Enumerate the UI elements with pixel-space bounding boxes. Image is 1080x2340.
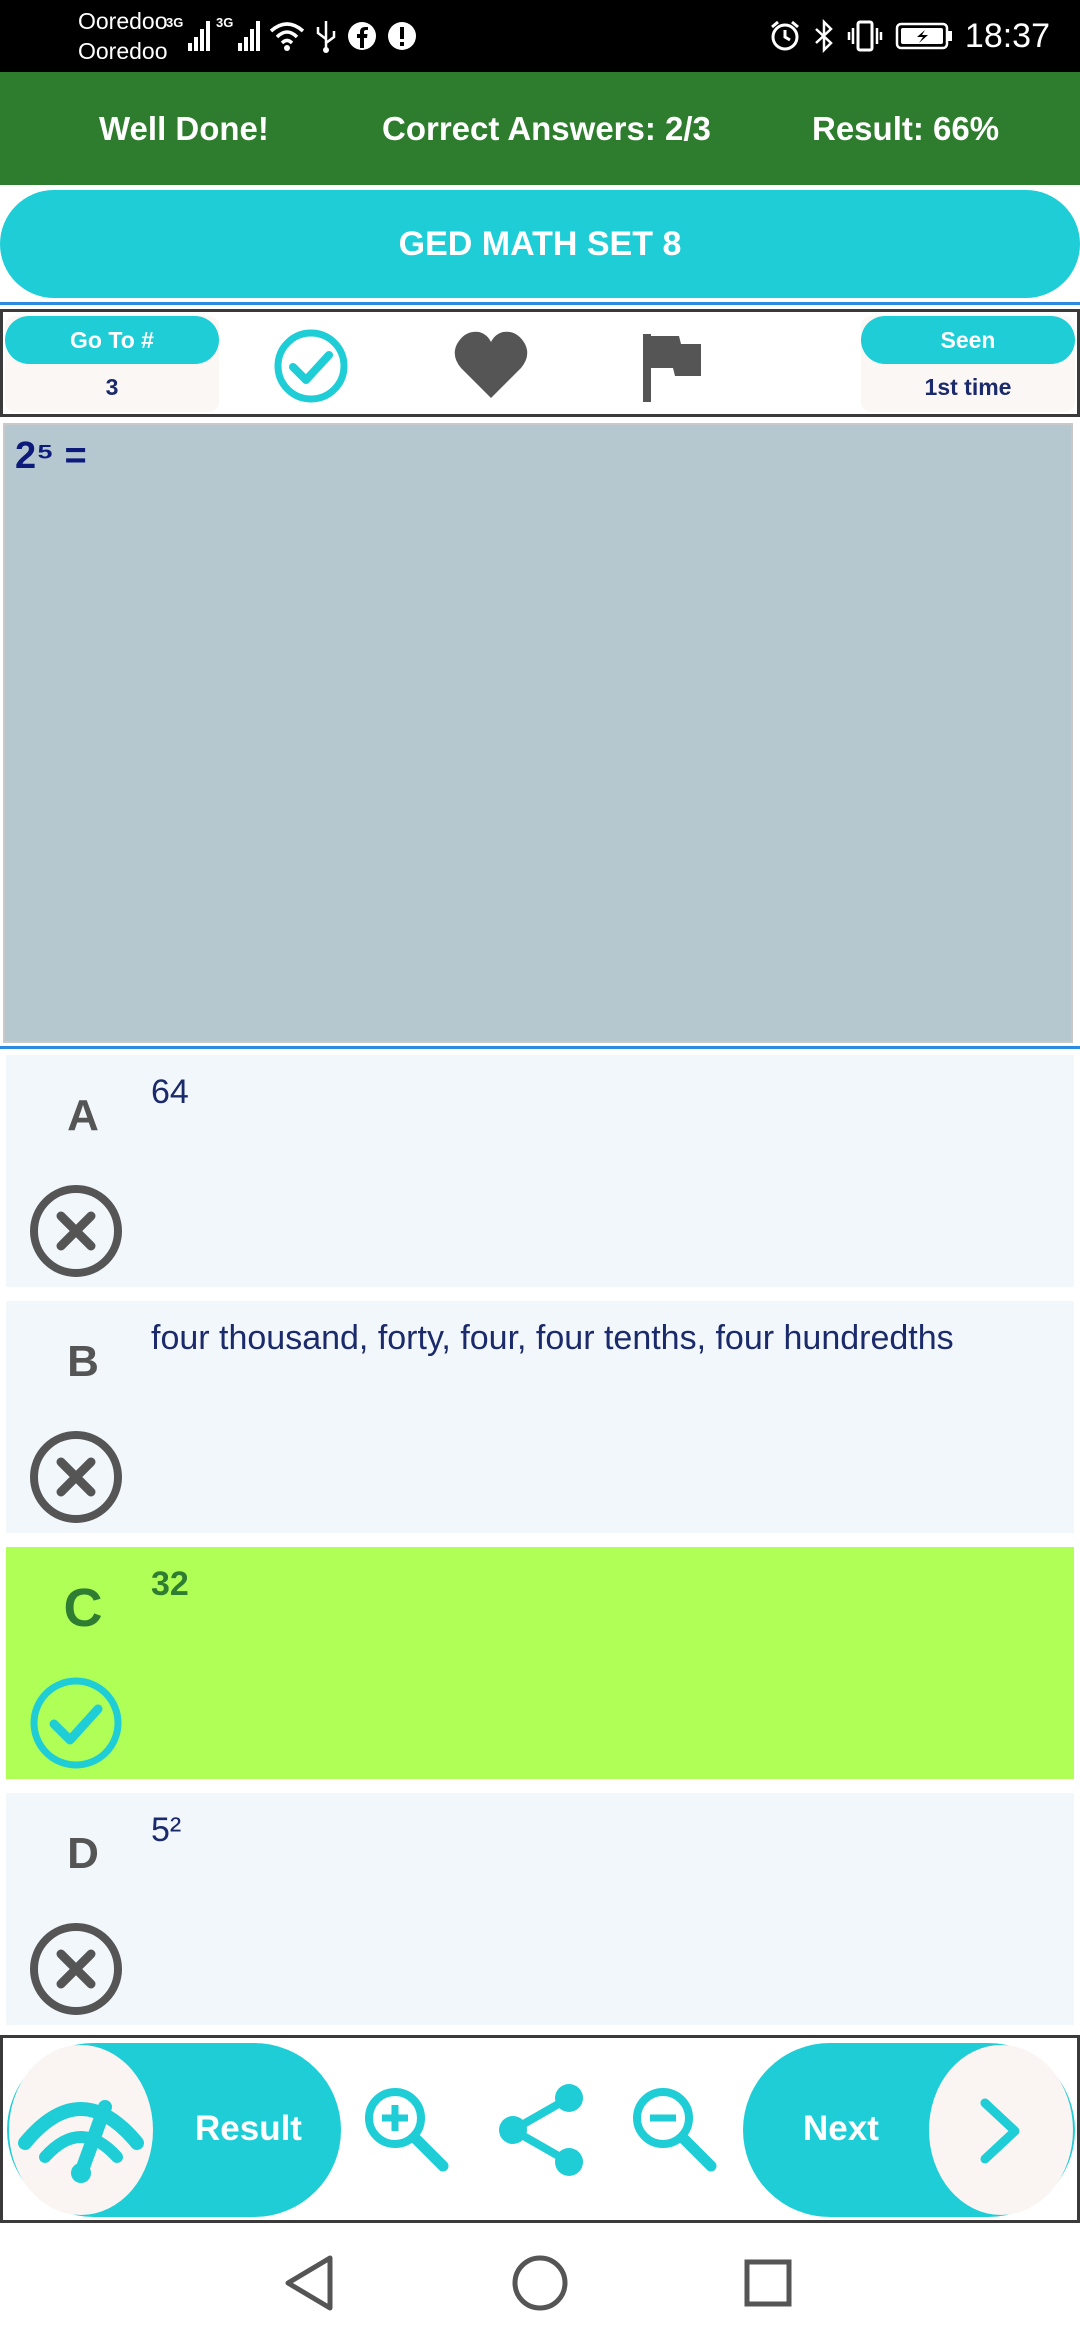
result-banner: Well Done! Correct Answers: 2/3 Result: … [0,72,1080,185]
signal-icon-2: 3G [216,15,260,53]
result-percentage: Result: 66% [812,110,1000,147]
alarm-icon [769,19,801,53]
answered-check-icon[interactable] [271,326,351,406]
recents-icon[interactable] [733,2248,803,2318]
facebook-icon [346,20,378,52]
divider [0,302,1080,305]
carrier-labels: Ooredoo Ooredoo [78,6,168,66]
zoom-in-icon[interactable] [355,2078,455,2178]
correct-answers-count: Correct Answers: 2/3 [382,110,711,147]
option-text: four thousand, forty, four, four tenths,… [151,1319,954,1357]
carrier-2: Ooredoo [78,38,168,64]
question-panel: 2⁵ = [3,423,1073,1043]
status-right-icons: 18:37 [769,14,1050,58]
vibrate-icon [847,19,883,53]
wifi-icon [268,19,306,53]
status-left-icons: 3G 3G [166,15,418,56]
carrier-1: Ooredoo [78,8,168,34]
correct-check-icon [28,1675,124,1771]
divider [0,1046,1080,1049]
option-text: 64 [151,1073,189,1111]
next-button[interactable]: Next [743,2043,1075,2217]
option-b[interactable]: B four thousand, forty, four, four tenth… [6,1301,1074,1533]
system-nav-bar [0,2226,1080,2340]
report-flag-icon[interactable] [633,326,713,406]
option-a[interactable]: A 64 [6,1055,1074,1287]
wrong-x-icon [28,1183,124,1279]
zoom-out-icon[interactable] [623,2078,723,2178]
well-done-message: Well Done! [99,110,269,147]
quiz-title: GED MATH SET 8 [398,224,682,263]
option-c[interactable]: C 32 [6,1547,1074,1779]
quiz-title-bar: GED MATH SET 8 [0,190,1080,298]
home-icon[interactable] [505,2248,575,2318]
bottom-action-bar: Result Next [0,2035,1080,2223]
signal-icon-1: 3G [166,15,210,53]
question-toolbar: Go To # 3 Seen 1st time [0,309,1080,417]
clock: 18:37 [964,16,1050,55]
network-type-2: 3G [216,15,234,30]
status-bar: Ooredoo Ooredoo 3G 3G 18:37 [0,0,1080,72]
seen-label: Seen [861,316,1075,364]
goto-value: 3 [105,373,119,400]
back-icon[interactable] [274,2248,344,2318]
result-button-label: Result [195,2109,302,2148]
alert-icon [386,20,418,52]
question-text: 2⁵ = [15,435,87,477]
network-type-1: 3G [166,15,184,30]
option-letter: D [67,1829,99,1878]
next-button-circle [929,2045,1073,2215]
app-screen: Ooredoo Ooredoo 3G 3G 18:37 Well Done! C… [0,0,1080,2340]
share-icon[interactable] [491,2078,591,2178]
option-letter: C [63,1578,103,1638]
battery-icon [895,21,953,51]
wrong-x-icon [28,1921,124,2017]
option-d[interactable]: D 5² [6,1793,1074,2025]
favorite-heart-icon[interactable] [451,326,531,406]
option-text: 32 [151,1565,189,1603]
goto-label: Go To # [5,316,219,364]
seen-value: 1st time [924,373,1012,400]
goto-question-button[interactable]: Go To # 3 [5,316,219,412]
bluetooth-icon [813,19,835,53]
option-letter: A [67,1091,99,1140]
result-button[interactable]: Result [7,2043,341,2217]
result-button-circle [9,2045,153,2215]
gauge-icon [18,2100,144,2183]
option-text: 5² [151,1811,182,1849]
chevron-right-icon [980,2098,1020,2164]
option-letter: B [67,1337,99,1386]
wrong-x-icon [28,1429,124,1525]
next-button-label: Next [803,2109,879,2148]
seen-status: Seen 1st time [861,316,1075,412]
usb-icon [314,19,338,53]
